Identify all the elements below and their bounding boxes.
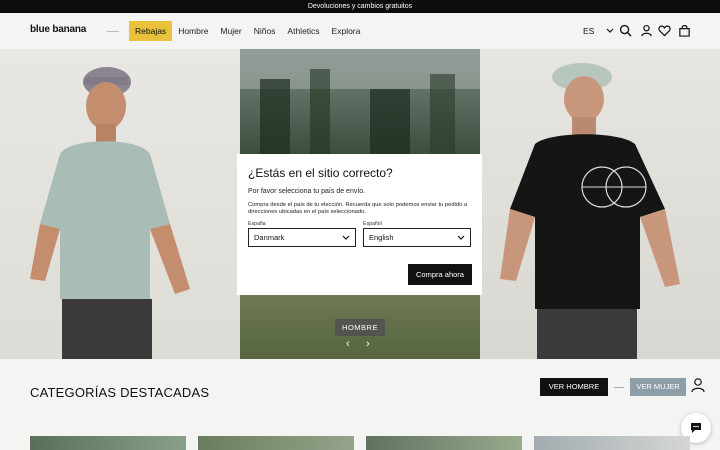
wishlist-icon[interactable] (658, 24, 671, 37)
chevron-down-icon (457, 235, 465, 240)
view-women-button[interactable]: VER MUJER (630, 378, 686, 396)
logo-divider (107, 31, 119, 32)
featured-categories-title: CATEGORÍAS DESTACADAS (30, 385, 210, 400)
man-in-polo-illustration (30, 67, 190, 359)
nav-item-rebajas[interactable]: Rebajas (129, 21, 173, 41)
nav-item-explora[interactable]: Explora (326, 21, 367, 41)
language-group: Español English (363, 221, 471, 247)
language-select[interactable]: English (363, 228, 471, 247)
category-thumb-1[interactable] (30, 436, 186, 450)
accessibility-icon[interactable] (690, 377, 706, 393)
carousel-prev-icon[interactable]: ‹ (346, 338, 350, 350)
buy-now-button[interactable]: Compra ahora (408, 264, 472, 285)
modal-subtitle: Por favor selecciona tu país de envío. (248, 188, 366, 195)
nav-item-mujer[interactable]: Mujer (214, 21, 247, 41)
nav-item-hombre[interactable]: Hombre (172, 21, 214, 41)
chat-icon (691, 423, 701, 433)
nav-item-ninos[interactable]: Niños (248, 21, 282, 41)
nav-item-athletics[interactable]: Athletics (281, 21, 325, 41)
country-label: España (248, 221, 266, 227)
site-header: blue banana Rebajas Hombre Mujer Niños A… (0, 13, 720, 49)
category-thumb-2[interactable] (198, 436, 354, 450)
brand-logo[interactable]: blue banana (30, 24, 86, 35)
hero-image-man-tshirt (480, 49, 720, 359)
promo-text: Devoluciones y cambios gratuitos (307, 3, 413, 10)
main-nav: Rebajas Hombre Mujer Niños Athletics Exp… (129, 21, 366, 41)
modal-title: ¿Estás en el sitio correcto? (248, 166, 393, 180)
hero-image-man-polo (0, 49, 240, 359)
language-label: Español (363, 221, 382, 227)
selector-row: España Danmark Español English (248, 221, 471, 247)
country-group: España Danmark (248, 221, 356, 247)
promo-bar: Devoluciones y cambios gratuitos (0, 0, 720, 13)
modal-body-text: Compra desde el país de tu elección. Rec… (248, 202, 468, 215)
button-divider (614, 387, 624, 388)
country-select[interactable]: Danmark (248, 228, 356, 247)
chevron-down-icon (342, 235, 350, 240)
hero-cta-hombre[interactable]: HOMBRE (335, 319, 385, 336)
cart-icon[interactable] (678, 24, 691, 37)
language-value: English (369, 233, 394, 242)
country-selector-modal: ¿Estás en el sitio correcto? Por favor s… (237, 154, 482, 295)
language-selector[interactable]: ES (583, 26, 614, 36)
category-thumb-3[interactable] (366, 436, 522, 450)
chevron-down-icon (606, 28, 614, 33)
carousel-next-icon[interactable]: › (366, 338, 370, 350)
man-in-black-tshirt-illustration (500, 63, 680, 359)
account-icon[interactable] (640, 24, 653, 37)
country-value: Danmark (254, 233, 285, 242)
category-thumb-4[interactable] (534, 436, 690, 450)
view-men-button[interactable]: VER HOMBRE (540, 378, 608, 396)
search-icon[interactable] (619, 24, 632, 37)
language-code: ES (583, 26, 595, 36)
